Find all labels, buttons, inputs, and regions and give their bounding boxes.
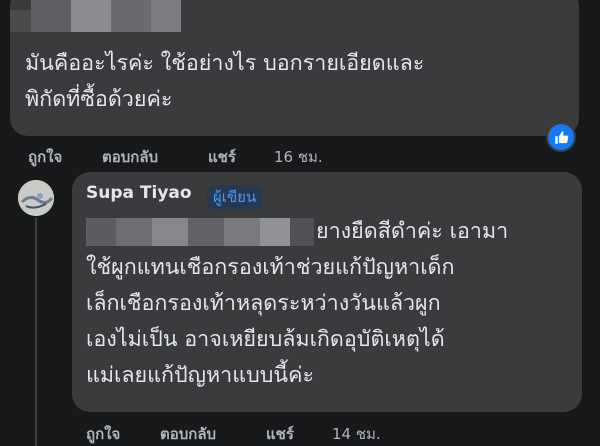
- comment-text-line: พิกัดที่ซื้อด้วยค่ะ: [25, 87, 173, 112]
- thumbs-up-icon: [554, 130, 568, 144]
- thread-line: [35, 218, 37, 446]
- reply-text-line: ใช้ผูกแทนเชือกรองเท้าช่วยแก้ปัญหาเด็ก: [86, 255, 455, 280]
- author-name[interactable]: Supa Tiyao: [86, 183, 192, 203]
- like-link[interactable]: ถูกใจ: [28, 145, 62, 169]
- avatar[interactable]: [18, 180, 54, 216]
- reply-actions: ถูกใจ ตอบกลับ แชร์ 14 ชม.: [86, 422, 406, 443]
- comment-actions: ถูกใจ ตอบกลับ แชร์ 16 ชม.: [28, 145, 348, 166]
- reply-text-line: ยางยืดสีดำค่ะ เอามา: [316, 219, 509, 244]
- avatar-image: [18, 180, 54, 216]
- reply-link[interactable]: ตอบกลับ: [160, 422, 216, 446]
- timestamp[interactable]: 16 ชม.: [274, 145, 323, 169]
- reply-link[interactable]: ตอบกลับ: [102, 145, 158, 169]
- timestamp[interactable]: 14 ชม.: [332, 422, 381, 446]
- reaction-badge[interactable]: [546, 122, 576, 152]
- like-link[interactable]: ถูกใจ: [86, 422, 120, 446]
- author-badge: ผู้เขียน: [207, 185, 263, 209]
- comment-bubble: มันคืออะไรค่ะ ใช้อย่างไร บอกรายเอียดและ …: [10, 0, 579, 136]
- share-link[interactable]: แชร์: [208, 145, 236, 169]
- reply-text-line: เล็กเชือกรองเท้าหลุดระหว่างวันแล้วผูก: [86, 291, 441, 316]
- reply-text-line: เองไม่เป็น อาจเหยียบล้มเกิดอุบัติเหตุได้: [86, 327, 445, 352]
- comment-text-line: มันคืออะไรค่ะ ใช้อย่างไร บอกรายเอียดและ: [25, 51, 425, 76]
- share-link[interactable]: แชร์: [266, 422, 294, 446]
- reply-text-line: แม่เลยแก้ปัญหาแบบนี้ค่ะ: [86, 363, 315, 388]
